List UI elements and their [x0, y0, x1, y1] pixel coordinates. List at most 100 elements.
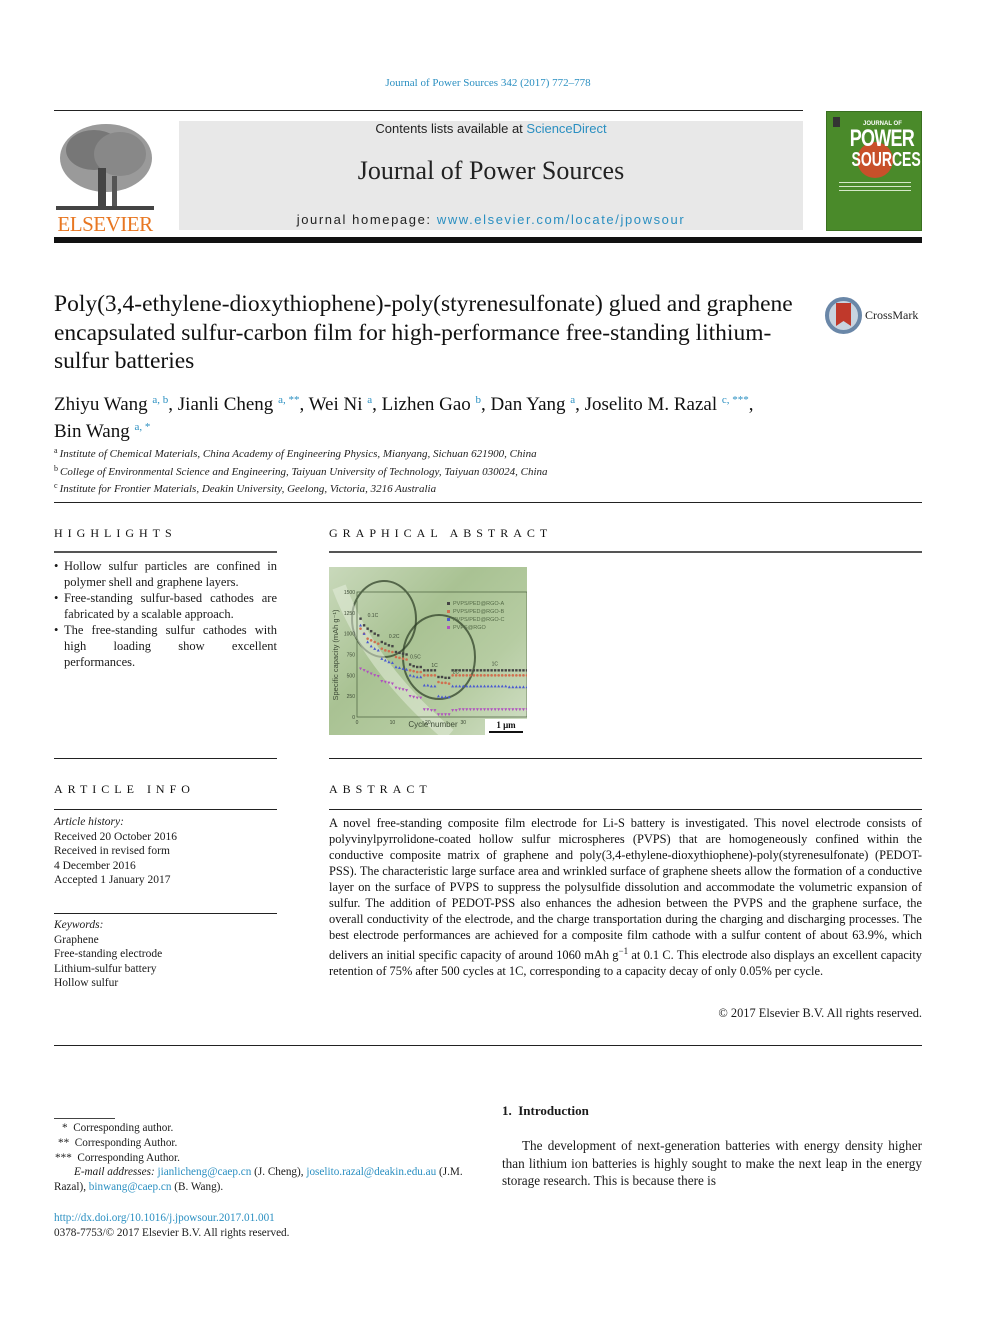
- data-point: [486, 708, 490, 712]
- data-point: [447, 676, 451, 680]
- email-link[interactable]: binwang@caep.cn: [89, 1181, 172, 1193]
- data-point: [430, 674, 433, 677]
- data-point: [472, 708, 476, 712]
- data-point: [476, 674, 479, 677]
- abstract-top-rule: [329, 758, 922, 759]
- graphical-abstract-heading: GRAPHICAL ABSTRACT: [329, 526, 553, 540]
- author-list: Zhiyu Wang a, b, Jianli Cheng a, **, Wei…: [54, 389, 814, 443]
- data-point: [387, 644, 391, 647]
- data-point: [461, 674, 465, 677]
- data-point: [525, 685, 527, 689]
- doi-link[interactable]: http://dx.doi.org/10.1016/j.jpowsour.201…: [54, 1212, 275, 1224]
- data-point: [366, 670, 370, 674]
- data-point: [387, 649, 391, 653]
- data-point: [430, 669, 433, 672]
- data-point: [525, 674, 527, 677]
- data-point: [469, 669, 472, 672]
- email-link[interactable]: jianlicheng@caep.cn: [157, 1166, 251, 1178]
- history-item: 4 December 2016: [54, 859, 136, 872]
- data-point: [408, 673, 412, 677]
- data-point: [429, 684, 433, 688]
- crossmark-button[interactable]: CrossMark: [825, 297, 925, 337]
- data-point: [380, 679, 384, 683]
- data-point: [469, 674, 472, 677]
- data-point: [472, 674, 476, 677]
- sciencedirect-link[interactable]: ScienceDirect: [526, 121, 606, 136]
- graphical-abstract-image[interactable]: 0250500750100012501500010203040 PVPS/PED…: [329, 567, 527, 735]
- data-point: [437, 675, 440, 679]
- elsevier-logo-text: ELSEVIER: [57, 212, 153, 236]
- data-point: [423, 669, 426, 672]
- y-tick-label: 750: [347, 653, 356, 659]
- journal-citation[interactable]: Journal of Power Sources 342 (2017) 772–…: [0, 77, 976, 89]
- data-point: [426, 669, 430, 672]
- data-point: [479, 708, 483, 712]
- y-tick-label: 250: [347, 694, 356, 700]
- data-point: [522, 674, 525, 677]
- data-point: [412, 674, 416, 678]
- cover-logo-block: [833, 117, 840, 127]
- data-point: [384, 642, 387, 645]
- data-point: [500, 674, 504, 677]
- data-point: [507, 674, 511, 677]
- data-point: [394, 650, 398, 654]
- x-tick-label: 10: [390, 720, 396, 726]
- data-point: [490, 669, 493, 672]
- keywords: Keywords: Graphene Free-standing electro…: [54, 918, 277, 991]
- highlights-heading: HIGHLIGHTS: [54, 526, 177, 540]
- data-point: [416, 665, 419, 669]
- data-point: [518, 674, 522, 677]
- homepage-link[interactable]: www.elsevier.com/locate/jpowsour: [437, 212, 685, 227]
- data-point: [476, 669, 479, 672]
- data-point: [408, 669, 412, 672]
- author-affiliation-link[interactable]: a, b: [152, 394, 168, 406]
- journal-cover-image: JOURNAL OF POWER SOURCES: [826, 111, 922, 231]
- y-tick-label: 1250: [344, 611, 355, 617]
- data-point: [362, 624, 366, 627]
- keyword: Lithium-sulfur battery: [54, 962, 157, 975]
- data-point: [493, 684, 497, 688]
- data-point: [515, 674, 518, 677]
- rate-annotation: 0.1C: [368, 613, 379, 619]
- data-point: [500, 684, 504, 688]
- affiliation: a Institute of Chemical Materials, China …: [54, 446, 537, 460]
- data-point: [458, 708, 462, 712]
- data-point: [366, 637, 369, 640]
- data-point: [447, 713, 451, 717]
- author-affiliation-link[interactable]: a, **: [278, 394, 299, 406]
- y-tick-label: 1500: [344, 590, 355, 596]
- data-point: [377, 634, 380, 637]
- front-matter-end-rule: [54, 1045, 922, 1046]
- data-point: [483, 684, 486, 688]
- x-tick-label: 0: [356, 720, 359, 726]
- data-point: [501, 669, 504, 672]
- data-point: [391, 644, 394, 648]
- data-point: [408, 663, 412, 666]
- data-point: [511, 708, 515, 712]
- data-point: [380, 640, 383, 644]
- footnote: *** Corresponding Author.: [55, 1151, 180, 1164]
- cover-subtitle-lines: [839, 182, 911, 183]
- data-point: [383, 680, 387, 684]
- data-point: [504, 669, 507, 672]
- data-point: [518, 685, 522, 689]
- author: Zhiyu Wang a, b,: [54, 394, 178, 415]
- article-info-rule: [54, 809, 277, 810]
- data-point: [454, 709, 458, 712]
- graphical-abstract-rule: [329, 551, 922, 553]
- legend-label: PVPS/PED@RGO-A: [453, 601, 504, 607]
- author-affiliation-link[interactable]: a, *: [134, 421, 150, 433]
- email-link[interactable]: joselito.razal@deakin.edu.au: [306, 1166, 436, 1178]
- data-point: [384, 649, 387, 652]
- footnote: * Corresponding author.: [62, 1122, 174, 1134]
- data-point: [373, 632, 376, 635]
- author-affiliation-link[interactable]: c, ***: [722, 394, 749, 406]
- data-point: [412, 669, 415, 673]
- highlights-rule: [54, 551, 277, 553]
- data-point: [451, 684, 455, 688]
- journal-name: Journal of Power Sources: [357, 156, 625, 185]
- legend-marker: [447, 602, 450, 605]
- data-point: [521, 685, 525, 689]
- data-point: [436, 694, 440, 698]
- keywords-label: Keywords:: [54, 919, 104, 931]
